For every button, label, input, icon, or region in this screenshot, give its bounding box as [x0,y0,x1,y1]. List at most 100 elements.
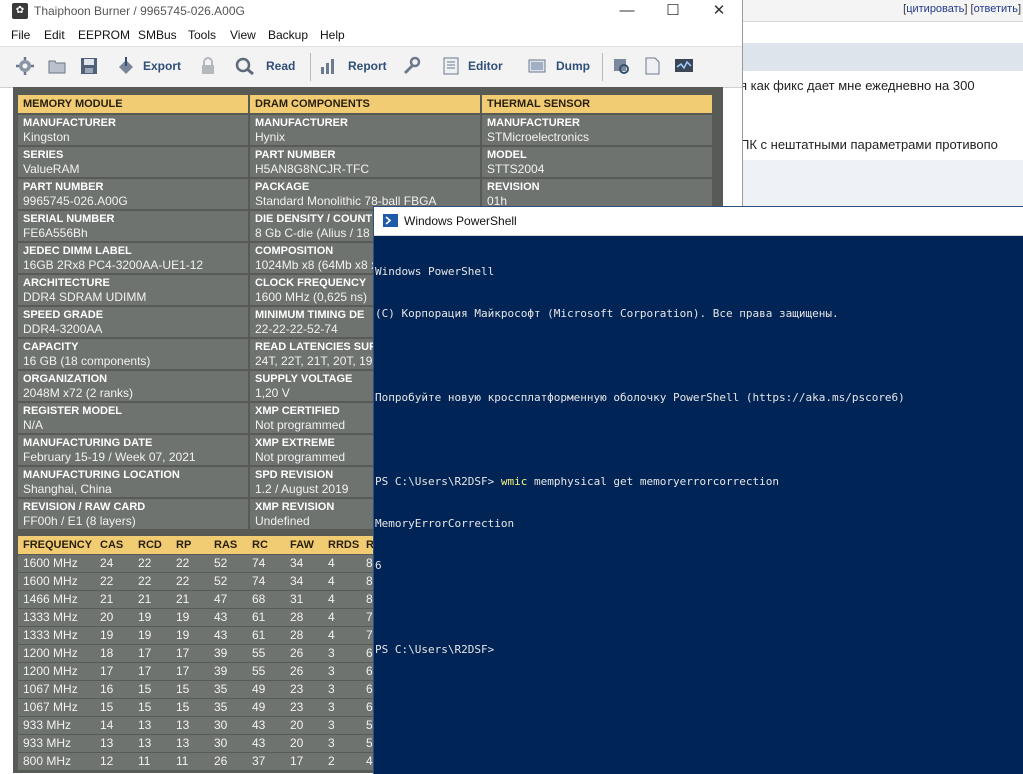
frequency-table-cell: 20 [100,610,114,624]
frequency-table-cell: 800 MHz [23,754,72,768]
report-button[interactable]: Report [348,59,387,73]
dump-icon[interactable] [526,55,548,77]
frequency-table-cell: 74 [252,574,266,588]
title-bar: ✿ Thaiphoon Burner / 9965745-026.A00G — … [0,0,742,25]
frequency-table-cell: 21 [138,592,152,606]
spd-field-label: PACKAGE [255,181,310,193]
menu-tools[interactable]: Tools [188,28,216,42]
spd-field: SERIES ValueRAM [18,147,248,177]
spd-field-label: MANUFACTURER [487,117,580,129]
maximize-button[interactable]: ☐ [650,0,696,25]
spd-field-value: Shanghai, China [23,482,112,496]
spd-field-value: 2048M x72 (2 ranks) [23,386,134,400]
chip-search-icon[interactable] [610,55,632,77]
frequency-table-cell: 28 [290,610,304,624]
frequency-table-cell: 30 [214,736,228,750]
monitor-icon[interactable] [673,55,695,77]
lock-icon[interactable] [197,55,219,77]
frequency-table-cell: 1200 MHz [23,646,78,660]
frequency-table-cell: 13 [176,736,190,750]
frequency-table-cell: 30 [214,718,228,732]
frequency-table-cell: 26 [290,646,304,660]
frequency-table-cell: 4 [328,556,335,570]
spd-field-value: 9965745-026.A00G [23,194,128,208]
spd-field: PACKAGE Standard Monolithic 78-ball FBGA [250,179,480,209]
frequency-table-cell: 4 [328,628,335,642]
frequency-table-cell: 1466 MHz [23,592,78,606]
wrench-icon[interactable] [400,55,422,77]
frequency-table-cell: 52 [214,556,228,570]
report-icon[interactable] [318,55,340,77]
frequency-table-cell: 8 [366,592,373,606]
spd-field-label: SPEED GRADE [23,309,104,321]
minimize-button[interactable]: — [604,0,650,25]
menu-file[interactable]: File [11,28,30,42]
spd-field-value: STMicroelectronics [487,130,590,144]
frequency-table-cell: 22 [176,556,190,570]
settings-icon[interactable] [14,55,36,77]
frequency-table-cell: 15 [176,700,190,714]
frequency-table-cell: 13 [100,736,114,750]
frequency-table-cell: 47 [214,592,228,606]
frequency-table-cell: 933 MHz [23,718,72,732]
frequency-table-cell: 20 [290,736,304,750]
bracket: ] [ [964,3,974,15]
menu-smbus[interactable]: SMBus [138,28,177,42]
console-prompt-line[interactable]: PS C:\Users\R2DSF> [375,643,905,657]
dump-button[interactable]: Dump [556,59,590,73]
spd-field-label: ORGANIZATION [23,373,108,385]
frequency-column-header: RP [176,539,192,551]
frequency-table-cell: 17 [100,664,114,678]
frequency-table-cell: 11 [138,754,151,768]
quote-link[interactable]: цитировать [906,3,964,15]
frequency-table-cell: 61 [252,610,266,624]
memory-module-header: MEMORY MODULE [18,95,248,113]
menu-eeprom[interactable]: EEPROM [78,28,130,42]
save-icon[interactable] [78,55,100,77]
console-output[interactable]: Windows PowerShell (C) Корпорация Майкро… [375,237,905,685]
read-icon[interactable] [234,55,256,77]
menu-view[interactable]: View [230,28,256,42]
frequency-table-cell: 43 [252,718,266,732]
frequency-table-cell: 3 [328,736,335,750]
spd-field-label: SERIES [23,149,64,161]
frequency-column-header: FREQUENCY [23,539,93,551]
document-icon[interactable] [641,55,663,77]
frequency-table-cell: 13 [176,718,190,732]
powershell-title: Windows PowerShell [404,214,517,228]
frequency-table-cell: 22 [138,574,152,588]
menu-backup[interactable]: Backup [268,28,308,42]
spd-field-value: February 15-19 / Week 07, 2021 [23,450,196,464]
frequency-table-cell: 7 [366,628,373,642]
read-button[interactable]: Read [266,59,295,73]
spd-field: REGISTER MODEL N/A [18,403,248,433]
spd-field: SERIAL NUMBER FE6A556Bh [18,211,248,241]
close-button[interactable]: ✕ [696,0,742,25]
frequency-table-cell: 1200 MHz [23,664,78,678]
reply-link[interactable]: ответить [974,3,1018,15]
menu-edit[interactable]: Edit [44,28,65,42]
export-button[interactable]: Export [143,59,181,73]
frequency-table-cell: 23 [290,682,304,696]
console-line: Попробуйте новую кроссплатформенную обол… [375,391,905,404]
menu-help[interactable]: Help [320,28,345,42]
editor-icon[interactable] [440,55,462,77]
frequency-table-cell: 933 MHz [23,736,72,750]
frequency-table-cell: 4 [328,610,335,624]
spd-field: MANUFACTURING LOCATION Shanghai, China [18,467,248,497]
frequency-table-cell: 5 [366,736,373,750]
powershell-window: Windows PowerShell Windows PowerShell (C… [373,206,1023,774]
editor-button[interactable]: Editor [468,59,503,73]
frequency-table-cell: 17 [290,754,304,768]
dram-components-header: DRAM COMPONENTS [250,95,480,113]
export-icon[interactable] [115,55,137,77]
spd-field: ORGANIZATION 2048M x72 (2 ranks) [18,371,248,401]
frequency-table-cell: 1067 MHz [23,682,78,696]
powershell-title-bar: Windows PowerShell [374,207,1023,236]
frequency-table-cell: 4 [366,754,373,768]
frequency-column-header: FAW [290,539,314,551]
spd-field-label: PART NUMBER [255,149,336,161]
open-folder-icon[interactable] [46,55,68,77]
spd-field-value: DDR4-3200AA [23,322,103,336]
spd-field-label: MODEL [487,149,527,161]
